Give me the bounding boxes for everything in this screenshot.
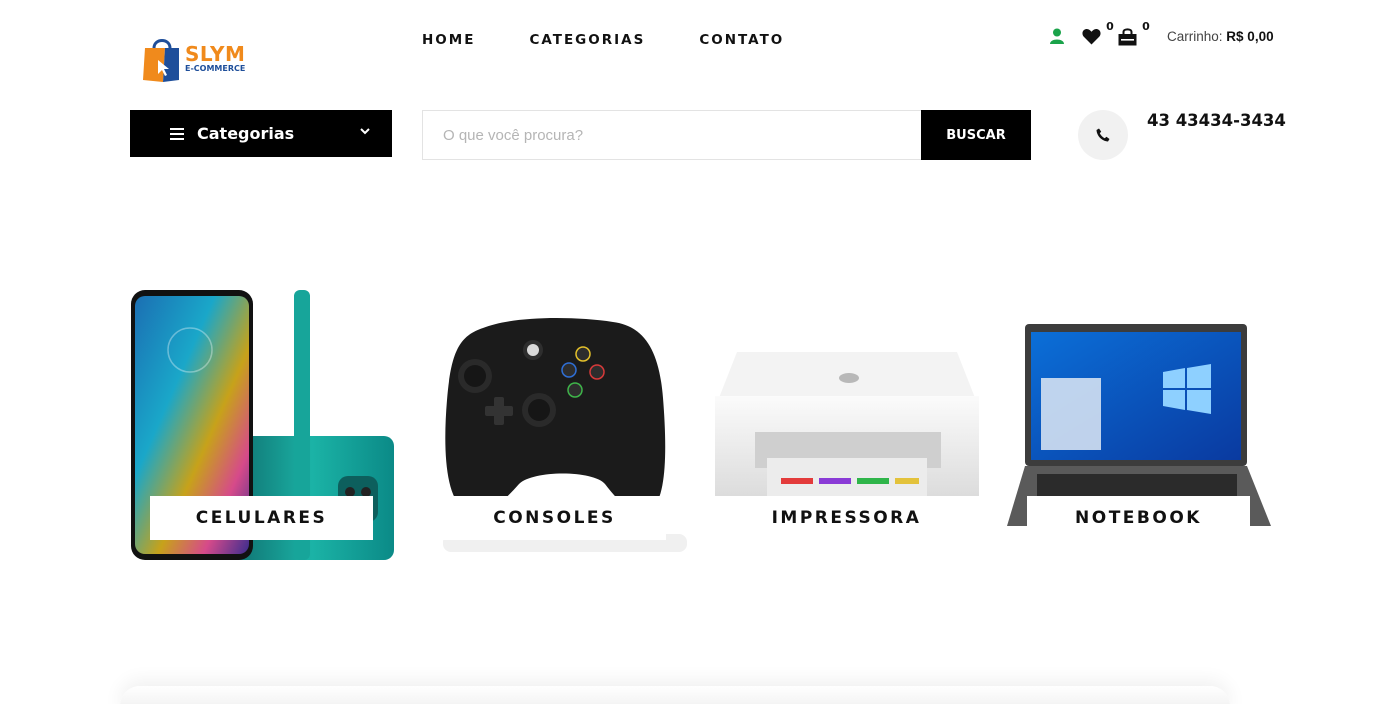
categories-dropdown[interactable]: Categorias [130, 110, 392, 157]
nav-categorias[interactable]: CATEGORIAS [529, 32, 645, 48]
phone-button[interactable] [1078, 110, 1128, 160]
category-label: IMPRESSORA [735, 496, 958, 540]
header-actions: 0 0 Carrinho: R$ 0,00 [1050, 20, 1274, 52]
main-nav: HOME CATEGORIAS CONTATO [422, 32, 784, 48]
next-section-edge [120, 686, 1230, 704]
cart-total: R$ 0,00 [1226, 29, 1274, 44]
phone-icon [1096, 128, 1110, 142]
logo-tagline: E-COMMERCE [185, 63, 246, 73]
cart-label: Carrinho: [1167, 29, 1223, 44]
category-card-notebook[interactable]: NOTEBOOK [1007, 288, 1271, 562]
user-icon[interactable] [1050, 28, 1064, 49]
category-card-celulares[interactable]: CELULARES [130, 288, 394, 562]
shopping-bag-icon[interactable] [1118, 28, 1137, 51]
wishlist-heart-icon[interactable] [1082, 28, 1101, 50]
chevron-down-icon [360, 128, 370, 135]
menu-icon [170, 128, 184, 140]
site-logo[interactable]: SLYM E-COMMERCE [143, 33, 263, 83]
search-button[interactable]: BUSCAR [921, 110, 1031, 160]
shopping-bag-logo-icon [143, 39, 179, 82]
cart-summary[interactable]: Carrinho: R$ 0,00 [1167, 29, 1274, 44]
logo-name: SLYM [185, 41, 246, 66]
category-label: CELULARES [150, 496, 373, 540]
categories-dropdown-label: Categorias [197, 124, 295, 143]
search-input[interactable] [422, 110, 921, 160]
category-label: CONSOLES [443, 496, 666, 540]
nav-contato[interactable]: CONTATO [699, 32, 784, 48]
phone-number[interactable]: 43 43434-3434 [1147, 111, 1286, 130]
category-card-impressora[interactable]: IMPRESSORA [715, 288, 979, 562]
nav-home[interactable]: HOME [422, 32, 475, 48]
category-card-consoles[interactable]: CONSOLES [423, 288, 687, 562]
cart-count-badge: 0 [1139, 20, 1153, 34]
wishlist-count-badge: 0 [1103, 20, 1117, 34]
category-label: NOTEBOOK [1027, 496, 1250, 540]
